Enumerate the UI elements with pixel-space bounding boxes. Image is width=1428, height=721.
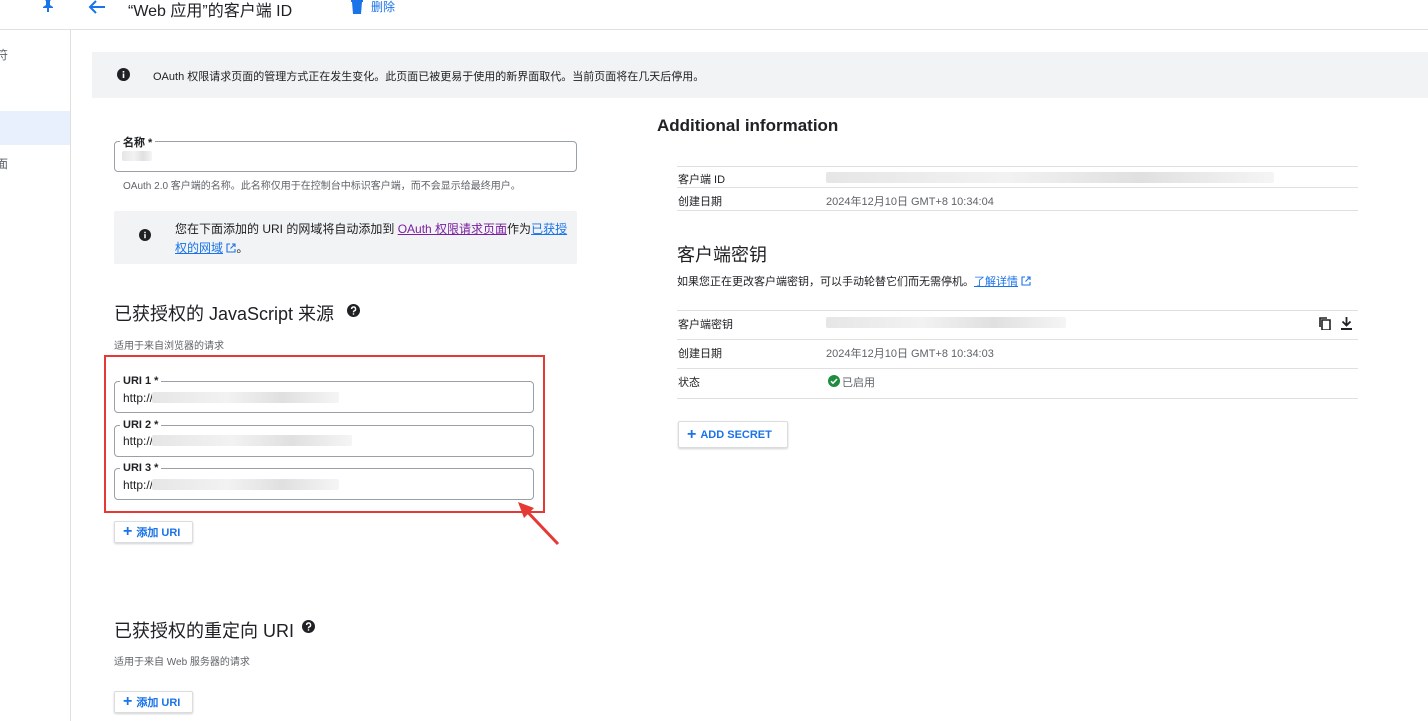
uri-label: URI 3 * [120,462,162,474]
uri-label: URI 2 * [120,419,162,431]
add-uri-button[interactable]: + 添加 URI [114,521,193,543]
note-text: 作为 [507,222,532,236]
client-secrets-title: 客户端密钥 [677,245,767,265]
external-link-icon [226,243,236,253]
nav-item-fragment[interactable]: 面 [0,155,8,172]
js-origins-subtitle: 适用于来自浏览器的请求 [114,341,224,352]
redacted-secret [826,317,1066,328]
add-secret-button[interactable]: + ADD SECRET [678,421,788,448]
divider [677,187,1358,188]
delete-button[interactable]: 删除 [371,0,395,15]
plus-icon: + [123,693,133,710]
check-circle-icon [828,375,840,387]
note-text: 。 [236,241,249,255]
info-icon [139,229,151,241]
additional-info-title: Additional information [657,116,839,135]
client-secret-label: 客户端密钥 [678,319,733,331]
learn-more-link[interactable]: 了解详情 [974,276,1018,288]
uri-value: http:// [123,391,154,405]
external-link-icon [1021,276,1031,286]
name-field-label: 名称 * [120,134,156,150]
plus-icon: + [123,523,133,540]
divider [677,339,1358,340]
js-origins-title: 已获授权的 JavaScript 来源 [114,304,335,324]
uri-value: http:// [123,478,154,492]
domain-note [114,211,577,264]
name-help-text: OAuth 2.0 客户端的名称。此名称仅用于在控制台中标识客户端，而不会显示给… [123,181,521,192]
divider [677,166,1358,167]
client-id-label: 客户端 ID [678,174,726,186]
download-icon[interactable] [1340,317,1353,330]
uri-label: URI 1 * [120,375,162,387]
add-uri-label: 添加 URI [136,697,181,709]
divider [677,368,1358,369]
divider [677,310,1358,311]
divider [677,398,1358,399]
add-uri-label: 添加 URI [136,527,181,539]
nav-item-selected[interactable] [0,111,70,145]
add-redirect-uri-button[interactable]: + 添加 URI [114,691,193,713]
created-date-value: 2024年12月10日 GMT+8 10:34:04 [826,196,994,208]
client-secrets-desc: 如果您正在更改客户端密钥，可以手动轮替它们而无需停机。了解详情 [677,273,1031,289]
info-icon [117,68,130,81]
status-value: 已启用 [842,377,875,389]
help-icon[interactable] [347,304,360,317]
banner-text: OAuth 权限请求页面的管理方式正在发生变化。此页面已被更易于使用的新界面取代… [153,71,705,83]
redirect-uris-subtitle: 适用于来自 Web 服务器的请求 [114,657,250,668]
created-date-value: 2024年12月10日 GMT+8 10:34:03 [826,348,994,360]
created-date-label: 创建日期 [678,348,722,360]
authorized-domains-link[interactable]: 已获授 [531,222,567,236]
consent-screen-link[interactable]: OAuth 权限请求页面 [398,222,507,236]
note-line-2: 权的网域 。 [175,239,248,256]
plus-icon: + [687,425,697,443]
note-text: 您在下面添加的 URI 的网域将自动添加到 [175,222,395,236]
back-arrow-icon[interactable] [88,0,106,14]
copy-icon[interactable] [1319,317,1331,330]
redacted-client-id [826,172,1274,183]
redirect-uris-title: 已获授权的重定向 URI [114,621,294,641]
redacted-value [152,392,339,403]
created-date-label: 创建日期 [678,196,722,208]
status-label: 状态 [678,377,700,389]
note-line-1: 您在下面添加的 URI 的网域将自动添加到 OAuth 权限请求页面作为已获授 [175,220,567,237]
desc-text: 如果您正在更改客户端密钥，可以手动轮替它们而无需停机。 [677,276,974,288]
nav-item-fragment[interactable]: 符 [0,46,8,63]
name-field[interactable] [114,141,577,172]
authorized-domains-link[interactable]: 权的网域 [175,241,223,255]
help-icon[interactable] [302,620,315,633]
uri-value: http:// [123,434,154,448]
add-secret-label: ADD SECRET [700,428,772,441]
redacted-value [122,151,152,161]
redacted-value [152,435,352,446]
divider [677,210,1358,211]
trash-icon[interactable] [350,0,364,14]
annotation-arrow [518,502,560,546]
redacted-value [152,479,339,490]
pin-icon[interactable] [41,0,55,12]
page-title: “Web 应用”的客户端 ID [128,3,293,20]
